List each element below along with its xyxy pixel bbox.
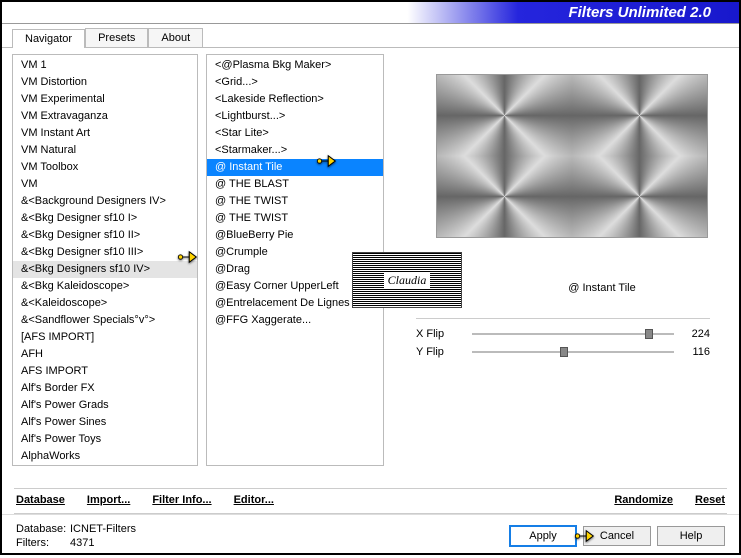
list-item[interactable]: AFS IMPORT (13, 363, 197, 380)
footer: Database:ICNET-Filters Filters:4371 Appl… (2, 514, 739, 558)
param-slider[interactable] (472, 351, 674, 353)
list-item[interactable]: VM Experimental (13, 91, 197, 108)
list-item[interactable]: @ Instant Tile (207, 159, 383, 176)
list-item[interactable]: Alf's Power Grads (13, 397, 197, 414)
parameter-panel: X Flip 224 Y Flip 116 (416, 316, 710, 361)
list-item[interactable]: Alf's Border FX (13, 380, 197, 397)
param-value: 224 (680, 328, 710, 340)
reset-button[interactable]: Reset (695, 494, 725, 506)
param-value: 116 (680, 346, 710, 358)
list-item[interactable]: VM 1 (13, 57, 197, 74)
list-item[interactable]: VM Natural (13, 142, 197, 159)
list-item[interactable]: <Star Lite> (207, 125, 383, 142)
footer-filters-value: 4371 (70, 537, 94, 549)
list-item[interactable]: <@Plasma Bkg Maker> (207, 57, 383, 74)
list-item[interactable]: Alf's Power Sines (13, 414, 197, 431)
divider (416, 318, 710, 319)
param-row: Y Flip 116 (416, 343, 710, 361)
list-item[interactable]: &<Bkg Designer sf10 II> (13, 227, 197, 244)
list-item[interactable]: &<Bkg Designers sf10 IV> (13, 261, 197, 278)
tab-presets[interactable]: Presets (85, 28, 148, 47)
list-item[interactable]: &<Bkg Kaleidoscope> (13, 278, 197, 295)
import-button[interactable]: Import... (87, 494, 130, 506)
editor-button[interactable]: Editor... (234, 494, 274, 506)
preview-label: @ Instant Tile (512, 282, 692, 294)
list-item[interactable]: <Grid...> (207, 74, 383, 91)
list-item[interactable]: VM (13, 176, 197, 193)
param-label: Y Flip (416, 346, 466, 358)
list-item[interactable]: &<Bkg Designer sf10 III> (13, 244, 197, 261)
help-button[interactable]: Help (657, 526, 725, 546)
list-item[interactable]: &<Sandflower Specials°v°> (13, 312, 197, 329)
randomize-button[interactable]: Randomize (614, 494, 673, 506)
list-item[interactable]: VM Toolbox (13, 159, 197, 176)
filter-info-button[interactable]: Filter Info... (152, 494, 211, 506)
tab-navigator[interactable]: Navigator (12, 29, 85, 48)
category-list[interactable]: VM 1VM DistortionVM ExperimentalVM Extra… (12, 54, 198, 466)
list-item[interactable]: <Starmaker...> (207, 142, 383, 159)
list-item[interactable]: &<Bkg Designer sf10 I> (13, 210, 197, 227)
list-item[interactable]: @BlueBerry Pie (207, 227, 383, 244)
action-row: Database Import... Filter Info... Editor… (2, 489, 739, 511)
cancel-button[interactable]: Cancel (583, 526, 651, 546)
footer-db-value: ICNET-Filters (70, 523, 136, 535)
list-item[interactable]: @ THE BLAST (207, 176, 383, 193)
watermark-badge: Claudia (352, 252, 462, 308)
tab-about[interactable]: About (148, 28, 203, 47)
watermark-text: Claudia (384, 273, 431, 288)
title-bar: Filters Unlimited 2.0 (2, 2, 739, 24)
list-item[interactable]: Alf's Power Toys (13, 431, 197, 448)
param-slider[interactable] (472, 333, 674, 335)
list-item[interactable]: AFH (13, 346, 197, 363)
list-item[interactable]: [AFS IMPORT] (13, 329, 197, 346)
main-area: VM 1VM DistortionVM ExperimentalVM Extra… (2, 48, 739, 488)
preview-panel: Claudia @ Instant Tile X Flip224Y Flip11… (392, 54, 729, 488)
footer-info: Database:ICNET-Filters Filters:4371 (16, 522, 503, 550)
list-item[interactable]: VM Distortion (13, 74, 197, 91)
list-item[interactable]: <Lightburst...> (207, 108, 383, 125)
list-item[interactable]: VM Instant Art (13, 125, 197, 142)
list-item[interactable]: VM Extravaganza (13, 108, 197, 125)
param-row: X Flip 224 (416, 325, 710, 343)
list-item[interactable]: &<Kaleidoscope> (13, 295, 197, 312)
apply-button[interactable]: Apply (509, 525, 577, 547)
database-button[interactable]: Database (16, 494, 65, 506)
app-title: Filters Unlimited 2.0 (568, 2, 711, 24)
footer-filters-label: Filters: (16, 536, 70, 550)
list-item[interactable]: AlphaWorks (13, 448, 197, 465)
list-item[interactable]: @ THE TWIST (207, 193, 383, 210)
tab-strip: Navigator Presets About (2, 24, 739, 48)
preview-image (436, 74, 708, 238)
list-item[interactable]: @ THE TWIST (207, 210, 383, 227)
list-item[interactable]: <Lakeside Reflection> (207, 91, 383, 108)
list-item[interactable]: @FFG Xaggerate... (207, 312, 383, 329)
param-label: X Flip (416, 328, 466, 340)
footer-db-label: Database: (16, 522, 70, 536)
list-item[interactable]: &<Background Designers IV> (13, 193, 197, 210)
